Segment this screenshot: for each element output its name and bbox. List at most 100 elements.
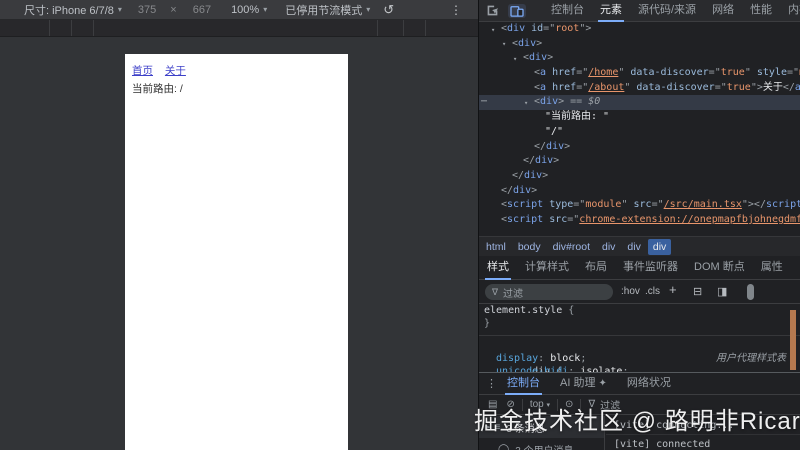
console-toolbar: ▤ ⊘ top ▾ ⊙ ∇ 过滤	[479, 395, 800, 415]
inspect-element-icon[interactable]	[486, 4, 499, 17]
drawer-tab-网络状况[interactable]: 网络状况	[617, 373, 681, 395]
element-tree-row[interactable]: </div>	[479, 154, 800, 169]
new-style-rule-icon[interactable]: +	[669, 282, 677, 298]
drawer-tab-AI 助理[interactable]: AI 助理 ✦	[550, 373, 617, 395]
element-tree-row[interactable]: ▾ <div>	[479, 51, 800, 66]
ai-spark-icon: ✦	[598, 377, 607, 389]
scrollbar-thumb[interactable]	[747, 284, 754, 300]
toggle-device-toolbar-icon[interactable]	[508, 3, 526, 18]
console-sidebar-item[interactable]: ◯ 3 个用户消息	[479, 438, 604, 450]
code-token: ="	[714, 81, 727, 93]
element-tree-row[interactable]: <script type="module" src="/src/main.tsx…	[479, 198, 800, 213]
breadcrumb-item[interactable]: div	[622, 239, 645, 255]
element-style-rule[interactable]: element.style {	[479, 304, 800, 317]
eye-icon[interactable]: ⊙	[565, 399, 573, 410]
expander-icon[interactable]: ▸	[487, 423, 491, 431]
rotate-icon[interactable]: ↺	[383, 2, 394, 18]
console-sidebar-icon[interactable]: ▤	[488, 399, 497, 410]
elements-tree: ▾ <div id="root"> ▾ <div> ▾ <div> <a href="/ho…	[479, 22, 800, 236]
css-declaration[interactable]: unicode-bidi: isolate;	[479, 365, 800, 372]
tab-元素[interactable]: 元素	[592, 0, 630, 22]
console-context-select[interactable]: top ▾	[530, 399, 550, 410]
code-token: /src/main.tsx	[663, 199, 742, 211]
styles-tab-1[interactable]: 计算样式	[517, 256, 577, 280]
tab-控制台[interactable]: 控制台	[543, 0, 592, 22]
element-tree-row[interactable]: "/"	[479, 125, 800, 140]
code-token: "	[624, 81, 637, 93]
zoom-select[interactable]: 100%	[231, 4, 259, 16]
expand-arrow-icon[interactable]: ▾	[502, 37, 506, 52]
styles-pane: element.style { } 用户代理样式表 div { display:…	[479, 304, 800, 372]
element-tree-row[interactable]: <a href="/home" data-discover="true" sty…	[479, 66, 800, 81]
expand-arrow-icon[interactable]: ▾	[524, 96, 528, 111]
tab-内存[interactable]: 内存	[780, 0, 800, 22]
element-tree-row[interactable]: </div>	[479, 184, 800, 199]
code-token: >	[553, 155, 560, 167]
element-tree-row[interactable]: </div>	[479, 140, 800, 155]
styles-tab-2[interactable]: 布局	[577, 256, 615, 280]
device-dimensions-select[interactable]: 尺寸: iPhone 6/7/8	[24, 2, 114, 18]
toggle-hover-state-button[interactable]: :hov	[621, 284, 640, 300]
code-token: </	[534, 140, 547, 152]
breadcrumb-item[interactable]: div	[647, 238, 672, 255]
ua-rule-selector-line[interactable]: 用户代理样式表 div {	[479, 339, 800, 372]
code-token: root	[555, 23, 580, 34]
devtools-drawer: ⋮ 控制台 AI 助理 ✦ 网络状况 ▤ ⊘ top ▾ ⊙ ∇ 过滤 ▸ ≡ 3 条消息…	[479, 372, 800, 450]
brace: {	[562, 305, 575, 316]
drawer-tab-控制台[interactable]: 控制台	[497, 373, 550, 395]
tab-网络[interactable]: 网络	[704, 0, 742, 22]
styles-filter-input[interactable]: ∇ 过滤	[485, 284, 613, 300]
code-token: data-discover	[630, 67, 709, 79]
rendering-emulation-icon[interactable]: ⊟	[693, 284, 702, 300]
punct: :	[538, 353, 551, 364]
clear-console-icon[interactable]: ⊘	[506, 399, 514, 410]
tab-源代码/来源[interactable]: 源代码/来源	[630, 0, 704, 22]
expand-arrow-icon[interactable]: ▾	[513, 52, 517, 67]
throttling-select[interactable]: 已停用节流模式	[285, 2, 362, 18]
toggle-class-button[interactable]: .cls	[645, 284, 660, 300]
toggle-computed-sidebar-icon[interactable]: ◨	[717, 284, 727, 300]
code-token: "	[744, 67, 757, 79]
element-tree-row[interactable]: ▾ <div id="root">	[479, 22, 800, 37]
viewport-width-field[interactable]: 375	[138, 4, 156, 16]
styles-tab-0[interactable]: 样式	[479, 256, 517, 280]
code-token: div	[546, 140, 565, 152]
breadcrumb-item[interactable]: html	[481, 239, 511, 255]
css-value: block	[550, 353, 581, 364]
styles-tab-3[interactable]: 事件监听器	[615, 256, 686, 280]
kebab-menu-icon[interactable]: ⋮	[450, 3, 462, 17]
link-home[interactable]: 首页	[132, 65, 153, 77]
code-token: href	[552, 81, 577, 93]
code-token: /about	[588, 81, 625, 93]
code-token: style	[756, 67, 787, 79]
console-messages: [vite] connecting... [vite] connected	[606, 416, 800, 450]
drawer-menu-icon[interactable]: ⋮	[486, 377, 497, 390]
styles-toolbar: ∇ 过滤 :hov .cls + ⊟ ◨	[479, 280, 800, 304]
element-tree-row[interactable]: <script src="chrome-extension://onepmapf…	[479, 213, 800, 228]
element-tree-row[interactable]: ▾ <div>	[479, 37, 800, 52]
styles-tab-4[interactable]: DOM 断点	[686, 256, 753, 280]
viewport-height-field[interactable]: 667	[193, 4, 211, 16]
code-token: "	[618, 67, 631, 79]
tab-性能[interactable]: 性能	[742, 0, 780, 22]
expand-arrow-icon[interactable]: ▾	[491, 23, 495, 38]
code-token: </	[523, 155, 536, 167]
element-tree-row[interactable]: "当前路由: "	[479, 110, 800, 125]
multiply-label: ×	[170, 3, 177, 16]
device-stage: 首页 关于 当前路由: /	[0, 37, 478, 450]
console-sidebar-item[interactable]: ▸ ≡ 3 条消息	[479, 416, 604, 438]
link-about[interactable]: 关于	[165, 65, 186, 77]
element-tree-row[interactable]: ⋯ ▾ <div> == $0	[479, 95, 800, 111]
code-token: module	[585, 199, 622, 211]
element-tree-row[interactable]: <a href="/about" data-discover="true">关于…	[479, 81, 800, 96]
code-token: data-discover	[636, 81, 715, 93]
styles-tab-5[interactable]: 属性	[753, 256, 791, 280]
code-token: ="	[786, 67, 800, 79]
row-overflow-icon[interactable]: ⋯	[481, 95, 487, 110]
breadcrumb-item[interactable]: body	[513, 239, 546, 255]
breadcrumb-item[interactable]: div	[597, 239, 620, 255]
breadcrumb-item[interactable]: div#root	[548, 239, 595, 255]
console-filter-input[interactable]: 过滤	[600, 397, 620, 412]
element-tree-row[interactable]: </div>	[479, 169, 800, 184]
css-property: display	[496, 353, 539, 364]
